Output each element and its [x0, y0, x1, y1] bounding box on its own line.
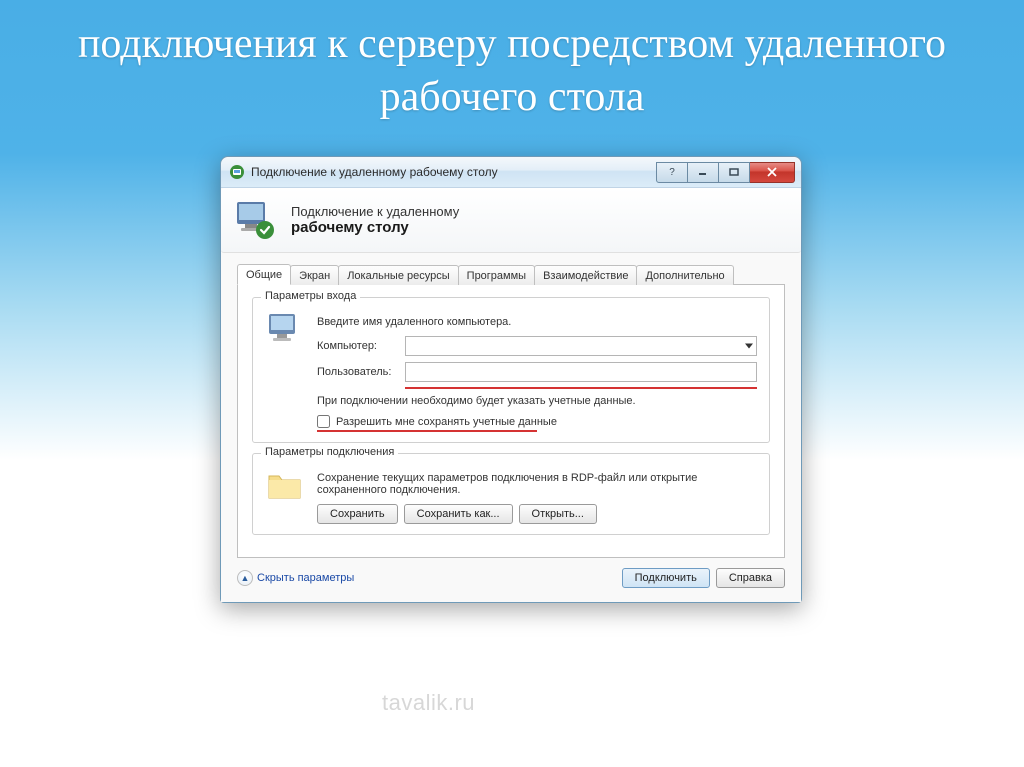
connection-settings-group: Параметры подключения Сохранение текущих… — [252, 453, 770, 535]
save-credentials-label: Разрешить мне сохранять учетные данные — [336, 416, 557, 428]
slide-title: подключения к серверу посредством удален… — [0, 0, 1024, 131]
conn-group-title: Параметры подключения — [261, 446, 398, 458]
login-settings-group: Параметры входа Введите имя удаленного — [252, 297, 770, 443]
conn-text: Сохранение текущих параметров подключени… — [317, 472, 757, 496]
watermark: tavalik.ru — [382, 690, 475, 716]
tab-general[interactable]: Общие — [237, 264, 291, 285]
dialog-header-line2: рабочему столу — [291, 219, 459, 236]
user-label: Пользователь: — [317, 366, 405, 378]
computer-icon — [265, 310, 305, 432]
dialog-header: Подключение к удаленному рабочему столу — [221, 188, 801, 253]
red-underline-checkbox — [317, 430, 537, 432]
red-underline-user — [405, 387, 757, 389]
help-button[interactable]: ? — [656, 162, 688, 183]
connect-button[interactable]: Подключить — [622, 568, 710, 588]
save-as-button[interactable]: Сохранить как... — [404, 504, 513, 524]
hide-parameters-label: Скрыть параметры — [257, 572, 354, 584]
folder-icon — [265, 466, 305, 524]
username-field[interactable] — [405, 362, 757, 382]
tab-advanced[interactable]: Дополнительно — [636, 265, 733, 285]
window-title: Подключение к удаленному рабочему столу — [251, 165, 656, 179]
tab-experience[interactable]: Взаимодействие — [534, 265, 637, 285]
help-footer-button[interactable]: Справка — [716, 568, 785, 588]
tab-programs[interactable]: Программы — [458, 265, 535, 285]
bottom-bar: ▲ Скрыть параметры Подключить Справка — [237, 568, 785, 588]
dialog-header-line1: Подключение к удаленному — [291, 204, 459, 219]
save-button[interactable]: Сохранить — [317, 504, 398, 524]
computer-combobox[interactable] — [405, 336, 757, 356]
remote-desktop-icon — [231, 196, 279, 244]
tab-local-resources[interactable]: Локальные ресурсы — [338, 265, 458, 285]
credentials-note: При подключении необходимо будет указать… — [317, 395, 757, 407]
tab-display[interactable]: Экран — [290, 265, 339, 285]
tab-panel-general: Параметры входа Введите имя удаленного — [237, 285, 785, 558]
minimize-button[interactable] — [688, 162, 719, 183]
open-button[interactable]: Открыть... — [519, 504, 597, 524]
login-intro: Введите имя удаленного компьютера. — [317, 316, 757, 328]
rdp-window: Подключение к удаленному рабочему столу … — [220, 156, 802, 603]
titlebar[interactable]: Подключение к удаленному рабочему столу … — [221, 157, 801, 188]
close-button[interactable] — [750, 162, 795, 183]
maximize-button[interactable] — [719, 162, 750, 183]
tabs: Общие Экран Локальные ресурсы Программы … — [237, 263, 785, 285]
login-group-title: Параметры входа — [261, 290, 360, 302]
computer-label: Компьютер: — [317, 340, 405, 352]
app-icon — [229, 164, 245, 180]
chevron-up-icon: ▲ — [237, 570, 253, 586]
save-credentials-checkbox[interactable] — [317, 415, 330, 428]
save-credentials-row[interactable]: Разрешить мне сохранять учетные данные — [317, 415, 757, 428]
hide-parameters-link[interactable]: ▲ Скрыть параметры — [237, 570, 354, 586]
